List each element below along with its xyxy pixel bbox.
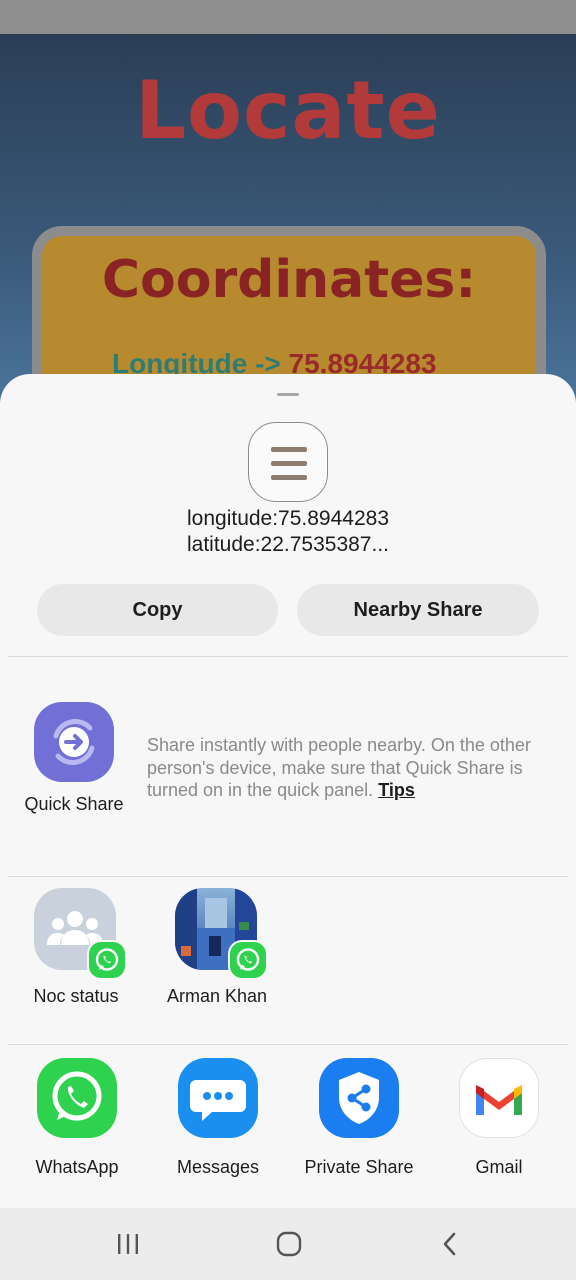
divider <box>8 1044 568 1045</box>
contact-name: Noc status <box>33 986 119 1006</box>
app-label: Private Share <box>304 1157 414 1177</box>
recent-apps-icon[interactable] <box>108 1228 148 1260</box>
divider <box>8 876 568 877</box>
coordinates-heading: Coordinates: <box>101 250 477 310</box>
whatsapp-badge-icon <box>87 940 127 980</box>
contact-name: Arman Khan <box>166 986 268 1006</box>
preview-line-2: latitude:22.7535387... <box>186 533 389 556</box>
status-bar <box>0 0 576 34</box>
app-title: Locate <box>135 64 441 157</box>
preview-line-1: longitude:75.8944283 <box>186 507 390 530</box>
quick-share-description-text: Share instantly with people nearby. On t… <box>147 735 531 800</box>
navigation-bar <box>0 1208 576 1280</box>
home-icon[interactable] <box>269 1228 309 1260</box>
sheet-drag-handle[interactable] <box>277 393 299 396</box>
share-sheet: longitude:75.8944283 latitude:22.7535387… <box>0 374 576 1208</box>
app-label: Messages <box>176 1157 260 1177</box>
nearby-share-button[interactable]: Nearby Share <box>297 584 539 636</box>
text-document-icon <box>248 422 328 502</box>
app-label: Gmail <box>475 1157 523 1177</box>
gmail-icon <box>459 1058 539 1138</box>
whatsapp-icon <box>37 1058 117 1138</box>
app-label: WhatsApp <box>35 1157 119 1177</box>
whatsapp-badge-icon <box>228 940 268 980</box>
messages-icon <box>178 1058 258 1138</box>
quick-share-icon[interactable] <box>34 702 114 782</box>
quick-share-label[interactable]: Quick Share <box>14 794 134 815</box>
quick-share-description: Share instantly with people nearby. On t… <box>147 734 537 802</box>
tips-link[interactable]: Tips <box>378 780 415 800</box>
divider <box>8 656 568 657</box>
copy-button[interactable]: Copy <box>37 584 278 636</box>
private-share-icon <box>319 1058 399 1138</box>
back-icon[interactable] <box>430 1228 470 1260</box>
share-preview-text: longitude:75.8944283 latitude:22.7535387… <box>0 506 576 558</box>
